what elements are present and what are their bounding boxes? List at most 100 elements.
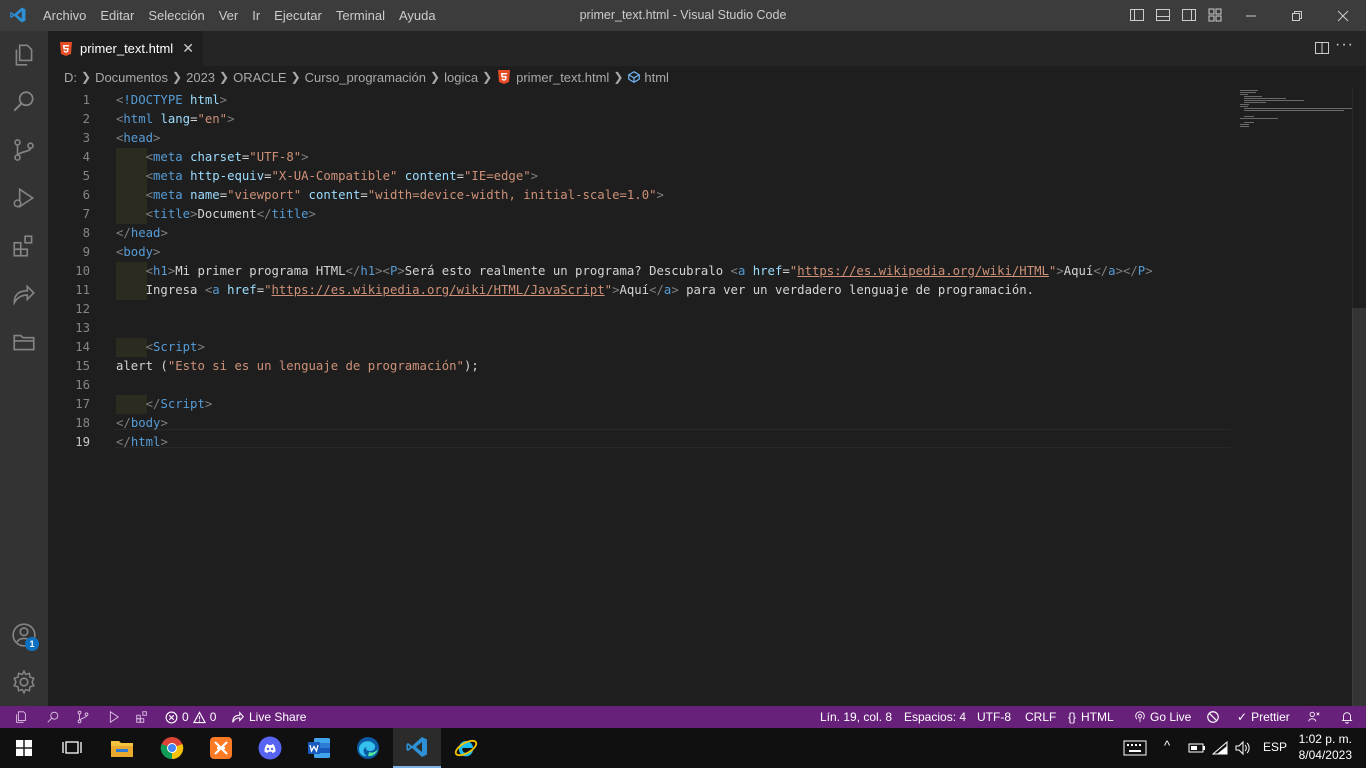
wifi-icon[interactable]	[1212, 741, 1228, 755]
tab-primer-text-html[interactable]: primer_text.html ✕	[48, 31, 203, 66]
live-share-button[interactable]	[0, 270, 48, 318]
source-control-button[interactable]	[0, 126, 48, 174]
taskbar-discord[interactable]	[246, 728, 294, 768]
close-window-button[interactable]	[1320, 0, 1366, 31]
code-token: h1	[360, 264, 376, 278]
menu-ver[interactable]: Ver	[212, 0, 246, 31]
breadcrumb-drive[interactable]: D:	[64, 70, 77, 85]
battery-icon[interactable]	[1188, 743, 1206, 753]
toggle-secondary-sidebar-icon[interactable]	[1181, 7, 1197, 23]
run-debug-button[interactable]	[0, 174, 48, 222]
toggle-panel-icon[interactable]	[1155, 7, 1171, 23]
go-live-button[interactable]: Go Live	[1134, 706, 1191, 728]
extensions-button[interactable]	[0, 222, 48, 270]
taskbar-word[interactable]	[295, 728, 343, 768]
breadcrumb-documentos[interactable]: Documentos	[95, 70, 168, 85]
chevron-up-icon[interactable]: ^	[1164, 738, 1170, 753]
taskbar-vscode[interactable]	[393, 728, 441, 768]
code-token: ><	[375, 264, 390, 278]
search-icon[interactable]	[46, 710, 60, 724]
touch-keyboard-icon[interactable]	[1123, 740, 1147, 756]
input-language[interactable]: ESP	[1263, 740, 1287, 754]
prettier-label: Prettier	[1251, 710, 1290, 724]
code-line[interactable]: <head>	[116, 129, 160, 148]
vertical-scrollbar[interactable]	[1352, 88, 1366, 708]
menu-ir[interactable]: Ir	[245, 0, 267, 31]
explorer-button[interactable]	[0, 31, 48, 79]
menu-editar[interactable]: Editar	[93, 0, 141, 31]
menu-terminal[interactable]: Terminal	[329, 0, 392, 31]
code-line[interactable]: <meta charset="UTF-8">	[116, 148, 309, 167]
problems-indicator[interactable]: 0 0	[165, 706, 216, 728]
code-token: );	[463, 359, 479, 373]
code-link[interactable]: https://es.wikipedia.org/wiki/HTML	[797, 264, 1049, 278]
taskbar-chrome[interactable]	[148, 728, 196, 768]
files-icon[interactable]	[14, 710, 28, 724]
minimap[interactable]	[1238, 88, 1354, 148]
menu-ejecutar[interactable]: Ejecutar	[267, 0, 329, 31]
code-line[interactable]: Ingresa <a href="https://es.wikipedia.or…	[116, 281, 1034, 300]
code-line[interactable]: alert ("Esto si es un lenguaje de progra…	[116, 357, 479, 376]
breadcrumb-logica[interactable]: logica	[444, 70, 478, 85]
menu-ayuda[interactable]: Ayuda	[392, 0, 443, 31]
notifications-bell-icon[interactable]	[1340, 710, 1354, 724]
accounts-button[interactable]: 1	[0, 611, 48, 659]
taskbar-file-explorer[interactable]	[98, 728, 146, 768]
code-editor[interactable]: 1 2 3 4 5 6 7 8 9 10 11 12 13 14 15 16 17 18 19 <!DOCTYPE …	[48, 88, 1366, 708]
minimize-button[interactable]	[1228, 0, 1274, 31]
breadcrumb-file[interactable]: primer_text.html	[516, 70, 609, 85]
menu-archivo[interactable]: Archivo	[36, 0, 93, 31]
code-line[interactable]: <html lang="en">	[116, 110, 235, 129]
taskbar-internet-explorer[interactable]	[442, 728, 490, 768]
clock[interactable]: 1:02 p. m. 8/04/2023	[1299, 731, 1352, 763]
code-token: >	[656, 188, 664, 202]
run-debug-icon[interactable]	[106, 710, 120, 724]
cursor-position[interactable]: Lín. 19, col. 8	[820, 706, 892, 728]
code-line[interactable]: </Script>	[116, 395, 213, 414]
code-token: Script	[153, 340, 198, 354]
taskbar-edge[interactable]	[344, 728, 392, 768]
customize-layout-icon[interactable]	[1207, 7, 1223, 23]
task-view-button[interactable]	[48, 728, 96, 768]
prettier-disabled-icon[interactable]	[1206, 710, 1220, 724]
menu-seleccion[interactable]: Selección	[141, 0, 211, 31]
code-line[interactable]: </html>	[116, 433, 168, 452]
code-line[interactable]: <meta http-equiv="X-UA-Compatible" conte…	[116, 167, 538, 186]
code-line[interactable]: <title>Document</title>	[116, 205, 316, 224]
code-line[interactable]: <meta name="viewport" content="width=dev…	[116, 186, 664, 205]
code-line[interactable]: </body>	[116, 414, 168, 433]
indentation-status[interactable]: Espacios: 4	[904, 706, 966, 728]
code-line[interactable]: <h1>Mi primer programa HTML</h1><P>Será …	[116, 262, 1153, 281]
tab-close-icon[interactable]: ✕	[182, 40, 194, 57]
breadcrumb-curso[interactable]: Curso_programación	[305, 70, 426, 85]
code-line[interactable]: <!DOCTYPE html>	[116, 91, 227, 110]
toggle-primary-sidebar-icon[interactable]	[1129, 7, 1145, 23]
more-actions-icon[interactable]: ···	[1335, 36, 1354, 54]
volume-icon[interactable]	[1235, 740, 1251, 756]
eol-status[interactable]: CRLF	[1025, 706, 1056, 728]
breadcrumb-symbol-html[interactable]: html	[644, 70, 669, 85]
search-button[interactable]	[0, 78, 48, 126]
feedback-icon[interactable]	[1307, 710, 1321, 724]
start-button[interactable]	[0, 728, 48, 768]
extensions-icon[interactable]	[135, 710, 149, 724]
breadcrumb-2023[interactable]: 2023	[186, 70, 215, 85]
breadcrumb-oracle[interactable]: ORACLE	[233, 70, 286, 85]
code-line[interactable]: </head>	[116, 224, 168, 243]
encoding-status[interactable]: UTF-8	[977, 706, 1011, 728]
source-control-icon[interactable]	[76, 710, 90, 724]
prettier-status[interactable]: ✓ Prettier	[1237, 706, 1290, 728]
manage-button[interactable]	[0, 658, 48, 706]
split-editor-icon[interactable]	[1314, 40, 1330, 56]
code-line[interactable]: <Script>	[116, 338, 205, 357]
language-mode[interactable]: {} HTML	[1068, 706, 1114, 728]
restore-button[interactable]	[1274, 0, 1320, 31]
remote-explorer-button[interactable]	[0, 318, 48, 366]
scrollbar-thumb[interactable]	[1352, 308, 1366, 708]
live-share-status[interactable]: Live Share	[231, 706, 306, 728]
taskbar-xampp[interactable]	[197, 728, 245, 768]
check-double-icon: ✓	[1237, 710, 1248, 724]
windows-taskbar: ^ ESP 1:02 p. m. 8/04/2023	[0, 728, 1366, 768]
code-line[interactable]: <body>	[116, 243, 160, 262]
code-link[interactable]: https://es.wikipedia.org/wiki/HTML/JavaS…	[272, 283, 605, 297]
